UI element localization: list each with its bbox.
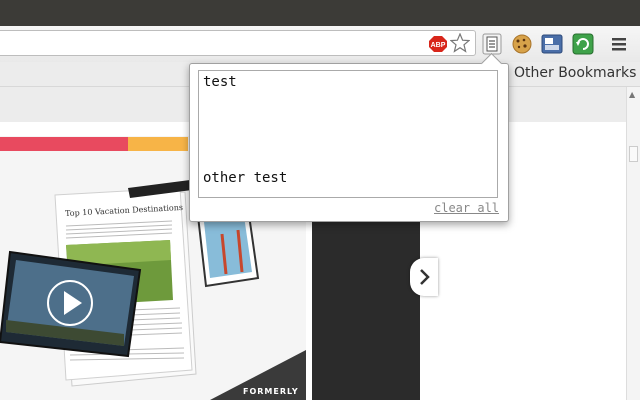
- carousel-next-button[interactable]: [410, 258, 438, 296]
- formerly-banner-text: FORMERLY: [243, 387, 299, 396]
- window-titlebar: [0, 0, 640, 26]
- panel-extension-icon[interactable]: [541, 33, 563, 55]
- refresh-extension-icon[interactable]: [572, 33, 594, 55]
- notes-textarea[interactable]: test other test: [198, 70, 498, 198]
- cookie-icon[interactable]: [511, 33, 533, 55]
- notes-extension-icon[interactable]: [481, 33, 503, 55]
- menu-icon[interactable]: [608, 33, 630, 55]
- accent-band-orange: [128, 137, 188, 151]
- dark-side-panel: [312, 214, 420, 400]
- page-scrollbar[interactable]: [626, 87, 640, 400]
- other-bookmarks-folder[interactable]: Other Bookmarks: [514, 65, 636, 81]
- clear-all-link[interactable]: clear all: [434, 201, 499, 215]
- chevron-right-icon: [420, 269, 430, 285]
- scrollbar-thumb[interactable]: [629, 146, 638, 162]
- adblock-plus-icon[interactable]: ABP: [429, 36, 447, 52]
- scroll-up-icon[interactable]: ▲: [629, 90, 635, 99]
- accent-band-red: [0, 137, 128, 151]
- address-bar[interactable]: [0, 30, 476, 56]
- star-icon[interactable]: [450, 33, 470, 53]
- abp-label: ABP: [431, 42, 446, 49]
